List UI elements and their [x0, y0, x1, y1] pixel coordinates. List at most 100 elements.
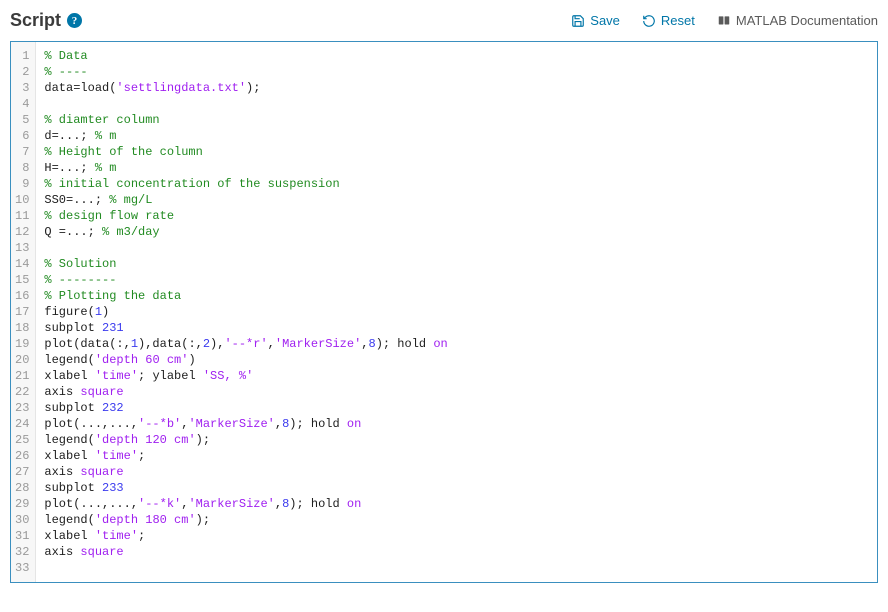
code-line[interactable]: legend('depth 120 cm');: [44, 432, 869, 448]
code-token: ;: [138, 449, 145, 463]
line-number: 14: [15, 256, 29, 272]
code-line[interactable]: axis square: [44, 464, 869, 480]
code-line[interactable]: [44, 240, 869, 256]
line-number: 11: [15, 208, 29, 224]
code-token: 'time': [95, 449, 138, 463]
code-token: subplot: [44, 321, 102, 335]
line-number: 4: [15, 96, 29, 112]
code-token: );: [196, 433, 210, 447]
code-line[interactable]: % Height of the column: [44, 144, 869, 160]
code-line[interactable]: % initial concentration of the suspensio…: [44, 176, 869, 192]
code-token: square: [80, 545, 123, 559]
code-line[interactable]: plot(...,...,'--*k','MarkerSize',8); hol…: [44, 496, 869, 512]
code-token: on: [347, 497, 361, 511]
line-number: 24: [15, 416, 29, 432]
code-line[interactable]: % Solution: [44, 256, 869, 272]
documentation-label: MATLAB Documentation: [736, 13, 878, 28]
code-area[interactable]: % Data% ----data=load('settlingdata.txt'…: [36, 42, 877, 582]
code-token: ,: [268, 337, 275, 351]
line-number: 32: [15, 544, 29, 560]
code-token: axis: [44, 545, 80, 559]
page-title: Script: [10, 10, 61, 31]
code-token: 1: [95, 305, 102, 319]
line-number: 12: [15, 224, 29, 240]
code-token: % diamter column: [44, 113, 159, 127]
code-token: % Solution: [44, 257, 116, 271]
reset-button[interactable]: Reset: [642, 13, 695, 28]
code-line[interactable]: data=load('settlingdata.txt');: [44, 80, 869, 96]
code-token: 'MarkerSize': [188, 417, 274, 431]
code-line[interactable]: % Data: [44, 48, 869, 64]
code-token: legend(: [44, 513, 94, 527]
code-token: ),: [210, 337, 224, 351]
code-token: plot(data(:,: [44, 337, 130, 351]
code-line[interactable]: Q =...; % m3/day: [44, 224, 869, 240]
code-line[interactable]: % diamter column: [44, 112, 869, 128]
code-token: % initial concentration of the suspensio…: [44, 177, 339, 191]
code-line[interactable]: [44, 96, 869, 112]
code-line[interactable]: [44, 560, 869, 576]
code-line[interactable]: xlabel 'time';: [44, 448, 869, 464]
code-token: axis: [44, 465, 80, 479]
code-token: % Data: [44, 49, 87, 63]
title-wrap: Script ?: [10, 10, 82, 31]
line-number: 18: [15, 320, 29, 336]
line-number: 8: [15, 160, 29, 176]
code-line[interactable]: xlabel 'time';: [44, 528, 869, 544]
line-number: 27: [15, 464, 29, 480]
line-number: 33: [15, 560, 29, 576]
line-number: 15: [15, 272, 29, 288]
line-number: 6: [15, 128, 29, 144]
code-line[interactable]: % Plotting the data: [44, 288, 869, 304]
code-token: legend(: [44, 433, 94, 447]
code-token: ); hold: [376, 337, 434, 351]
code-editor[interactable]: 1234567891011121314151617181920212223242…: [10, 41, 878, 583]
code-line[interactable]: figure(1): [44, 304, 869, 320]
code-token: figure(: [44, 305, 94, 319]
code-token: '--*r': [224, 337, 267, 351]
code-line[interactable]: plot(...,...,'--*b','MarkerSize',8); hol…: [44, 416, 869, 432]
code-line[interactable]: d=...; % m: [44, 128, 869, 144]
code-line[interactable]: % ----: [44, 64, 869, 80]
code-token: );: [246, 81, 260, 95]
code-line[interactable]: axis square: [44, 384, 869, 400]
code-token: 'settlingdata.txt': [116, 81, 246, 95]
code-token: ; ylabel: [138, 369, 203, 383]
code-token: d=...;: [44, 129, 94, 143]
code-token: 'MarkerSize': [275, 337, 361, 351]
line-number: 10: [15, 192, 29, 208]
line-number: 17: [15, 304, 29, 320]
save-button[interactable]: Save: [571, 13, 620, 28]
code-token: 233: [102, 481, 124, 495]
code-line[interactable]: legend('depth 180 cm');: [44, 512, 869, 528]
code-line[interactable]: plot(data(:,1),data(:,2),'--*r','MarkerS…: [44, 336, 869, 352]
help-icon[interactable]: ?: [67, 13, 82, 28]
code-token: 'SS, %': [203, 369, 253, 383]
code-token: 'depth 120 cm': [95, 433, 196, 447]
documentation-button[interactable]: MATLAB Documentation: [717, 13, 878, 28]
code-token: % m3/day: [102, 225, 160, 239]
code-token: 'MarkerSize': [188, 497, 274, 511]
code-line[interactable]: H=...; % m: [44, 160, 869, 176]
code-line[interactable]: subplot 231: [44, 320, 869, 336]
code-token: on: [433, 337, 447, 351]
code-line[interactable]: xlabel 'time'; ylabel 'SS, %': [44, 368, 869, 384]
code-line[interactable]: % --------: [44, 272, 869, 288]
code-line[interactable]: % design flow rate: [44, 208, 869, 224]
code-line[interactable]: axis square: [44, 544, 869, 560]
code-token: Q =...;: [44, 225, 102, 239]
code-token: 'time': [95, 529, 138, 543]
toolbar: Save Reset MATLAB Documentation: [571, 13, 878, 28]
code-token: ;: [138, 529, 145, 543]
code-token: % --------: [44, 273, 116, 287]
code-token: ,: [275, 497, 282, 511]
code-token: % design flow rate: [44, 209, 174, 223]
line-number: 30: [15, 512, 29, 528]
code-line[interactable]: SS0=...; % mg/L: [44, 192, 869, 208]
code-line[interactable]: legend('depth 60 cm'): [44, 352, 869, 368]
code-token: xlabel: [44, 529, 94, 543]
code-token: 8: [369, 337, 376, 351]
code-token: % m: [95, 129, 117, 143]
code-line[interactable]: subplot 233: [44, 480, 869, 496]
code-line[interactable]: subplot 232: [44, 400, 869, 416]
